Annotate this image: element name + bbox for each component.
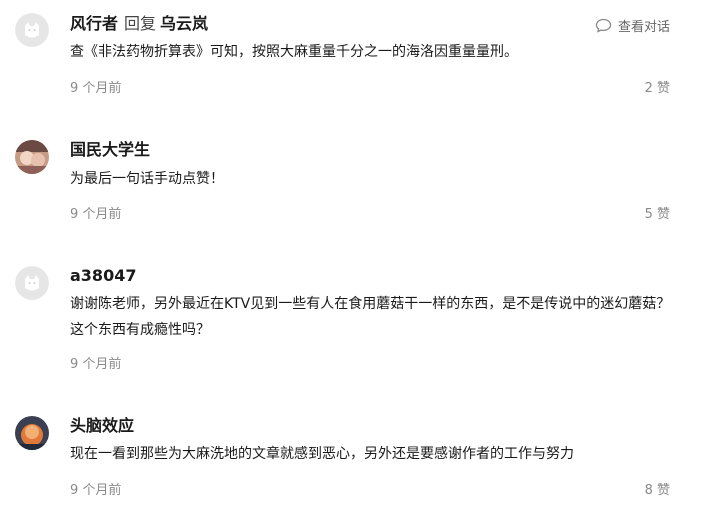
default-avatar-icon — [15, 266, 49, 300]
comment-text: 谢谢陈老师，另外最近在KTV见到一些有人在食用蘑菇干一样的东西，是不是传说中的迷… — [70, 296, 671, 338]
user-photo-avatar — [15, 140, 49, 174]
like-count[interactable]: 8 赞 — [645, 483, 670, 499]
author-name[interactable]: 风行者 — [70, 14, 118, 33]
comment-text: 为最后一句话手动点赞！ — [70, 171, 224, 187]
timestamp: 9 个月前 — [70, 483, 122, 498]
comment-item: 国民大学生 为最后一句话手动点赞！ 9 个月前 5 赞 — [0, 138, 711, 238]
comment-header: 国民大学生 — [70, 140, 150, 160]
view-conversation-label: 查看对话 — [617, 20, 670, 35]
author-name[interactable]: 国民大学生 — [70, 140, 150, 159]
avatar[interactable] — [15, 140, 49, 174]
timestamp: 9 个月前 — [70, 81, 122, 96]
timestamp: 9 个月前 — [70, 207, 122, 222]
comment-item: 风行者 回复 乌云岚 查看对话 查《非法药物折算表》可知，按照大麻重量千分之一的海洛… — [0, 12, 711, 112]
view-conversation-button[interactable]: 查看对话 — [595, 16, 670, 35]
reply-to-name[interactable]: 乌云岚 — [160, 14, 208, 33]
reply-label: 回复 — [124, 14, 157, 33]
timestamp: 9 个月前 — [70, 357, 122, 372]
like-count[interactable]: 2 赞 — [645, 81, 670, 97]
author-name[interactable]: 头脑效应 — [70, 416, 134, 435]
like-count[interactable]: 5 赞 — [645, 207, 670, 223]
speech-bubble-icon — [595, 18, 612, 33]
comment-text: 查《非法药物折算表》可知，按照大麻重量千分之一的海洛因重量量刑。 — [70, 44, 518, 60]
comment-item: 头脑效应 现在一看到那些为大麻洗地的文章就感到恶心，另外还是要感谢作者的工作与努… — [0, 414, 711, 513]
comment-header: 头脑效应 — [70, 416, 134, 436]
comment-header: a38047 — [70, 266, 136, 286]
avatar[interactable] — [15, 266, 49, 300]
user-photo-avatar — [15, 416, 49, 450]
author-name[interactable]: a38047 — [70, 266, 136, 285]
avatar[interactable] — [15, 416, 49, 450]
comment-item: a38047 谢谢陈老师，另外最近在KTV见到一些有人在食用蘑菇干一样的东西，是… — [0, 264, 711, 374]
avatar[interactable] — [15, 13, 49, 47]
comment-text: 现在一看到那些为大麻洗地的文章就感到恶心，另外还是要感谢作者的工作与努力 — [70, 446, 574, 462]
comment-header: 风行者 回复 乌云岚 — [70, 14, 208, 34]
default-avatar-icon — [15, 13, 49, 47]
